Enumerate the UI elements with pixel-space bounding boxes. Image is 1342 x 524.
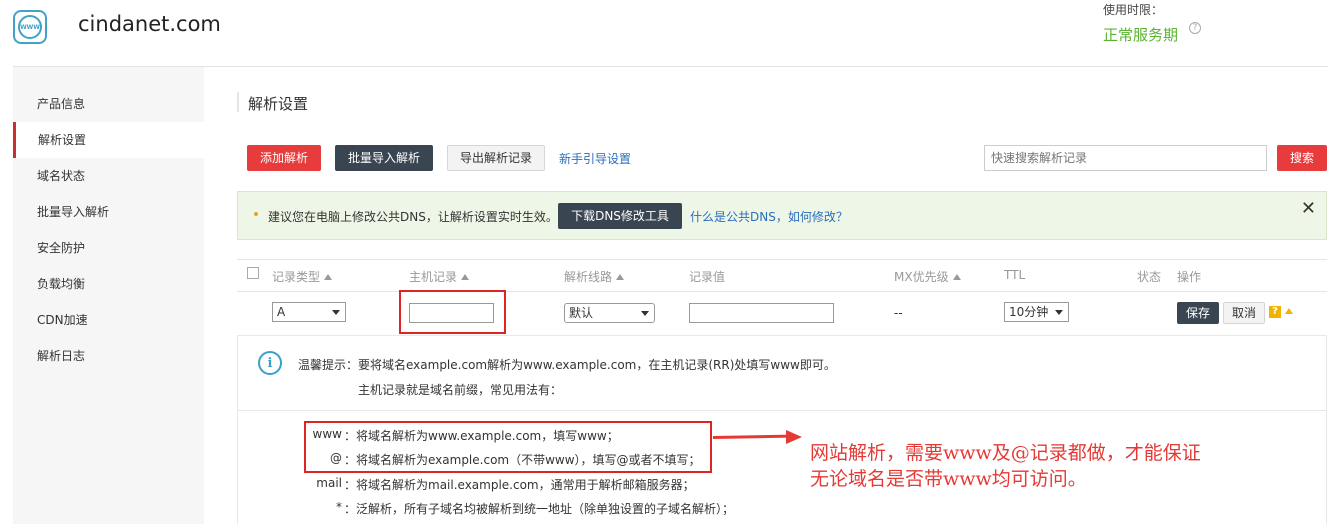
search-button[interactable]: 搜索: [1277, 145, 1327, 171]
example-desc: ：将域名解析为www.example.com，填写www；: [344, 429, 619, 443]
add-record-button[interactable]: 添加解析: [247, 145, 321, 171]
title-accent: [237, 92, 239, 112]
cancel-button[interactable]: 取消: [1223, 302, 1265, 324]
annotation-line-2: 无论域名是否带www均可访问。: [810, 468, 1087, 490]
batch-import-button[interactable]: 批量导入解析: [335, 145, 433, 171]
guide-settings-link[interactable]: 新手引导设置: [559, 150, 631, 167]
sidebar-item-batch-import[interactable]: 批量导入解析: [13, 194, 204, 230]
chevron-down-icon: [332, 310, 340, 315]
example-desc: ：将域名解析为example.com（不带www），填写@或者不填写；: [344, 453, 701, 467]
record-type-select[interactable]: A: [272, 302, 346, 322]
column-header-host[interactable]: 主机记录: [409, 268, 470, 285]
site-logo: WWW: [13, 10, 47, 44]
bullet-icon: [254, 212, 258, 216]
dns-line-select[interactable]: 默认: [564, 303, 655, 323]
example-prefix: *: [336, 500, 342, 514]
header-divider: [13, 66, 1328, 67]
column-header-action: 操作: [1177, 270, 1202, 284]
page-title: 解析设置: [248, 95, 309, 113]
sidebar-item-domain-status[interactable]: 域名状态: [13, 158, 204, 194]
select-all-checkbox[interactable]: [247, 267, 259, 279]
column-header-type[interactable]: 记录类型: [272, 268, 333, 285]
sidebar-item-product-info[interactable]: 产品信息: [13, 86, 204, 122]
sidebar-item-load-balance[interactable]: 负载均衡: [13, 266, 204, 302]
public-dns-help-link[interactable]: 什么是公共DNS，如何修改？: [690, 208, 848, 225]
sidebar-item-security[interactable]: 安全防护: [13, 230, 204, 266]
column-header-ttl: TTL: [1004, 268, 1026, 282]
arrow-head-icon: [786, 430, 802, 444]
record-value-input[interactable]: [689, 303, 834, 323]
sidebar-item-dns-log[interactable]: 解析日志: [13, 338, 204, 374]
column-header-line[interactable]: 解析线路: [564, 268, 625, 285]
close-icon[interactable]: ✕: [1301, 198, 1316, 219]
sort-up-icon: [616, 274, 625, 280]
site-name: cindanet.com: [78, 12, 221, 36]
usage-label: 使用时限：: [1103, 3, 1164, 17]
question-circle-icon[interactable]: ?: [1189, 22, 1201, 34]
search-input[interactable]: [984, 145, 1267, 171]
annotation-line-1: 网站解析，需要www及@记录都做，才能保证: [810, 442, 1201, 464]
export-records-button[interactable]: 导出解析记录: [447, 145, 545, 171]
sort-up-icon: [324, 274, 333, 280]
tips-label: 温馨提示：: [298, 358, 359, 372]
host-record-input[interactable]: [409, 303, 494, 323]
sort-up-icon: [952, 274, 961, 280]
table-header-border-top: [237, 259, 1327, 260]
mx-priority-value: --: [894, 306, 903, 320]
tips-line-1: 要将域名example.com解析为www.example.com，在主机记录(…: [358, 358, 836, 372]
download-dns-tool-button[interactable]: 下载DNS修改工具: [558, 203, 682, 229]
sidebar-item-cdn[interactable]: CDN加速: [13, 302, 204, 338]
tips-line-2: 主机记录就是域名前缀，常见用法有：: [358, 383, 563, 397]
column-header-mx[interactable]: MX优先级: [894, 268, 961, 285]
ttl-select[interactable]: 10分钟: [1004, 302, 1069, 322]
tips-divider: [237, 410, 1327, 411]
example-prefix: mail: [316, 476, 342, 490]
info-icon: i: [258, 351, 282, 375]
help-badge-icon[interactable]: ?: [1269, 306, 1281, 318]
sort-up-icon: [461, 274, 470, 280]
example-prefix: @: [330, 451, 342, 465]
chevron-down-icon: [641, 311, 649, 316]
column-header-value: 记录值: [689, 270, 726, 284]
example-desc: ：泛解析，所有子域名均被解析到统一地址（除单独设置的子域名解析）；: [344, 502, 735, 516]
example-desc: ：将域名解析为mail.example.com，通常用于解析邮箱服务器；: [344, 478, 695, 492]
chevron-down-icon: [1055, 310, 1063, 315]
example-prefix: www: [312, 427, 342, 441]
www-globe-icon: WWW: [18, 15, 42, 39]
collapse-up-icon[interactable]: [1285, 308, 1293, 314]
notice-text: 建议您在电脑上修改公共DNS，让解析设置实时生效。: [268, 210, 558, 224]
dns-notice: 建议您在电脑上修改公共DNS，让解析设置实时生效。 下载DNS修改工具 什么是公…: [237, 191, 1327, 240]
save-button[interactable]: 保存: [1177, 302, 1219, 324]
usage-status: 正常服务期: [1103, 26, 1179, 44]
column-header-status: 状态: [1137, 270, 1162, 284]
sidebar: 产品信息 解析设置 域名状态 批量导入解析 安全防护 负载均衡 CDN加速 解析…: [13, 67, 204, 524]
sidebar-item-dns-settings[interactable]: 解析设置: [13, 122, 204, 158]
